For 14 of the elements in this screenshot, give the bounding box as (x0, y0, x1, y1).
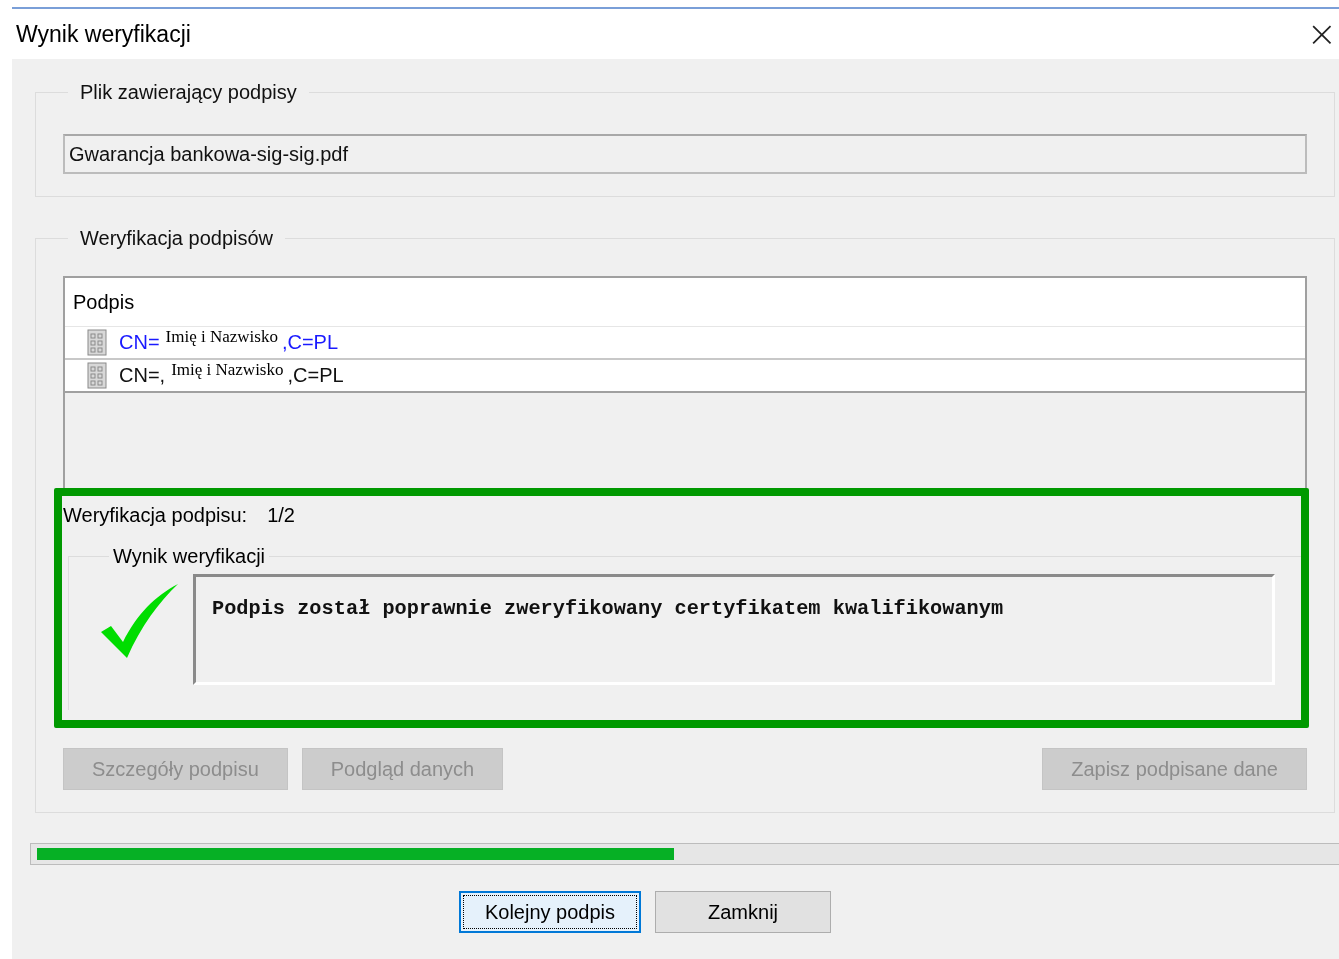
window-title: Wynik weryfikacji (16, 20, 191, 48)
result-message: Podpis został poprawnie zweryfikowany certyfikatem kwalifikowanym (193, 574, 1275, 685)
status-label: Weryfikacja podpisu: (63, 504, 248, 527)
dialog-button[interactable]: Zamknij (655, 891, 832, 933)
group-title: Wynik weryfikacji (112, 545, 267, 568)
status-value: 1/2 (267, 504, 295, 527)
group-title: Plik zawierający podpisy (79, 81, 298, 104)
dialog-button[interactable]: Kolejny podpis (458, 891, 642, 933)
column-header: Podpis (65, 278, 1305, 327)
file-field[interactable]: Gwarancja bankowa-sig-sig.pdf (63, 134, 1307, 174)
close-button[interactable]: × (1304, 16, 1339, 52)
certificate-icon (87, 329, 107, 356)
group-title: Weryfikacja podpisów (79, 227, 275, 250)
certificate-icon (87, 362, 107, 389)
